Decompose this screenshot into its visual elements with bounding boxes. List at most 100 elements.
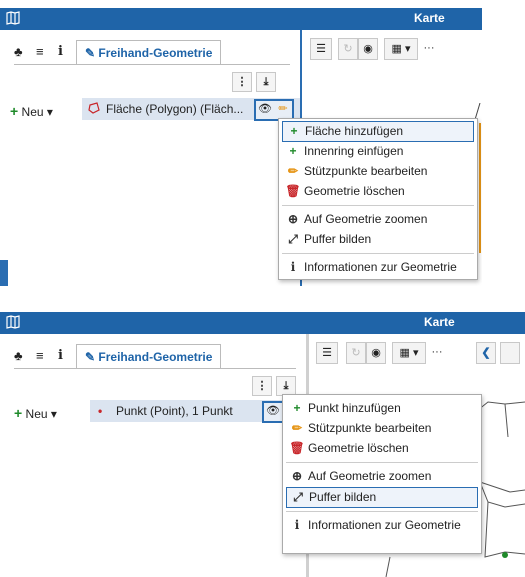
title-bar: Karte <box>0 312 525 334</box>
menu-item-label: Auf Geometrie zoomen <box>304 212 428 226</box>
more-button[interactable]: ··· <box>422 38 436 58</box>
window-title: Karte <box>424 315 455 329</box>
table-dropdown-button[interactable]: ▦ ▾ <box>392 342 426 364</box>
plus-icon: + <box>289 144 297 158</box>
tab-freihand-geometrie[interactable]: ✎ Freihand-Geometrie <box>76 344 222 369</box>
plus-icon: + <box>14 405 23 421</box>
pencil-icon[interactable]: ✏ <box>274 101 292 117</box>
tree-icon[interactable]: ♣ <box>14 44 23 59</box>
tab-freihand-geometrie[interactable]: ✎ Freihand-Geometrie <box>76 40 222 65</box>
menu-item-buffer[interactable]: ⤢ Puffer bilden <box>286 487 478 508</box>
menu-item-delete-geometry[interactable]: 🗑 Geometrie löschen <box>286 439 478 458</box>
globe-button[interactable]: ◉ <box>358 38 378 60</box>
tab-label: Freihand-Geometrie <box>98 46 213 60</box>
map-point-marker <box>502 552 508 558</box>
menu-item-zoom-to-geometry[interactable]: ⊕ Auf Geometrie zoomen <box>282 210 474 229</box>
new-button-label: Neu <box>25 407 48 421</box>
menu-item-edit-vertices[interactable]: ✏ Stützpunkte bearbeiten <box>282 162 474 181</box>
download-button[interactable]: ⤓ <box>276 376 296 396</box>
layers-button[interactable]: ☰ <box>316 342 338 364</box>
screenshot-panel-2: Karte ♣ ≡ i ✎ Freihand-Geometrie ⋮ ⤓ + N… <box>0 312 525 577</box>
pencil-icon: ✏ <box>291 421 303 435</box>
caret-down-icon: ▾ <box>50 407 57 421</box>
tab-underline <box>14 64 290 65</box>
menu-item-label: Informationen zur Geometrie <box>308 518 461 532</box>
plus-icon: + <box>293 401 301 415</box>
tree-icon[interactable]: ♣ <box>14 348 23 363</box>
tab-label: Freihand-Geometrie <box>98 350 213 364</box>
chevron-left-icon[interactable]: ❮ <box>476 342 496 364</box>
menu-item-label: Stützpunkte bearbeiten <box>308 421 432 435</box>
menu-separator <box>282 205 474 206</box>
menu-item-label: Punkt hinzufügen <box>308 401 401 415</box>
geometry-item-row[interactable]: • Punkt (Point), 1 Punkt 👁✏ <box>90 400 306 423</box>
zoom-icon: ⊕ <box>291 469 303 483</box>
refresh-button[interactable]: ↻ <box>338 38 358 60</box>
left-panel: ♣ ≡ i ✎ Freihand-Geometrie ⋮ ⤓ + Neu ▾ •… <box>0 334 306 577</box>
layers-button[interactable]: ☰ <box>310 38 332 60</box>
refresh-button[interactable]: ↻ <box>346 342 366 364</box>
book-icon[interactable] <box>6 315 20 329</box>
more-options-button[interactable]: ⋮ <box>232 72 252 92</box>
new-dropdown-button[interactable]: + Neu ▾ <box>14 405 57 421</box>
next-button[interactable] <box>500 342 520 364</box>
info-icon[interactable]: i <box>58 44 63 59</box>
menu-item-label: Puffer bilden <box>309 490 377 504</box>
menu-item-buffer[interactable]: ⤢ Puffer bilden <box>282 230 474 249</box>
new-button-label: Neu <box>21 105 44 119</box>
menu-item-label: Fläche hinzufügen <box>305 124 404 138</box>
eye-icon[interactable]: 👁 <box>264 403 282 419</box>
menu-separator <box>282 253 474 254</box>
menu-item-add-point[interactable]: + Punkt hinzufügen <box>286 399 478 418</box>
tab-underline <box>14 368 296 369</box>
menu-item-edit-vertices[interactable]: ✏ Stützpunkte bearbeiten <box>286 419 478 438</box>
geometry-item-label: Fläche (Polygon) (Fläch... <box>106 102 244 116</box>
trash-icon: 🗑 <box>285 184 301 198</box>
book-icon[interactable] <box>6 11 20 25</box>
menu-item-zoom-to-geometry[interactable]: ⊕ Auf Geometrie zoomen <box>286 467 478 486</box>
geometry-item-label: Punkt (Point), 1 Punkt <box>116 404 233 418</box>
geometry-item-row[interactable]: Fläche (Polygon) (Fläch... 👁 ✏ <box>82 98 300 121</box>
info-icon: i <box>294 518 300 532</box>
brush-icon: ✎ <box>85 350 96 364</box>
table-dropdown-button[interactable]: ▦ ▾ <box>384 38 418 60</box>
left-panel: ♣ ≡ i ✎ Freihand-Geometrie ⋮ ⤓ + Neu ▾ F… <box>0 30 300 286</box>
list-icon[interactable]: ≡ <box>36 44 44 59</box>
more-button[interactable]: ··· <box>430 342 444 362</box>
pencil-icon: ✏ <box>287 164 299 178</box>
polygon-icon <box>88 102 100 117</box>
brush-icon: ✎ <box>85 46 96 60</box>
plus-icon: + <box>290 124 298 138</box>
eye-icon[interactable]: 👁 <box>256 101 274 117</box>
plus-icon: + <box>10 103 19 119</box>
menu-separator <box>286 511 478 512</box>
download-button[interactable]: ⤓ <box>256 72 276 92</box>
menu-item-delete-geometry[interactable]: 🗑 Geometrie löschen <box>282 182 474 201</box>
menu-item-insert-inner-ring[interactable]: + Innenring einfügen <box>282 142 474 161</box>
menu-item-add-area[interactable]: + Fläche hinzufügen <box>282 121 474 142</box>
point-icon: • <box>98 404 103 418</box>
trash-icon: 🗑 <box>289 441 305 455</box>
expand-icon: ⤢ <box>288 232 298 246</box>
info-icon[interactable]: i <box>58 348 63 363</box>
panel-left-border <box>0 260 8 286</box>
menu-item-label: Geometrie löschen <box>304 184 405 198</box>
list-icon[interactable]: ≡ <box>36 348 44 363</box>
more-options-button[interactable]: ⋮ <box>252 376 272 396</box>
menu-item-label: Auf Geometrie zoomen <box>308 469 432 483</box>
globe-button[interactable]: ◉ <box>366 342 386 364</box>
caret-down-icon: ▾ <box>46 105 53 119</box>
menu-item-label: Informationen zur Geometrie <box>304 260 457 274</box>
screenshot-panel-1: Karte ♣ ≡ i ✎ Freihand-Geometrie ⋮ ⤓ + N… <box>0 8 482 286</box>
menu-item-label: Puffer bilden <box>304 232 372 246</box>
zoom-icon: ⊕ <box>287 212 299 226</box>
menu-item-geometry-info[interactable]: i Informationen zur Geometrie <box>286 516 478 535</box>
menu-item-label: Geometrie löschen <box>308 441 409 455</box>
expand-icon: ⤢ <box>293 490 303 504</box>
context-menu: + Punkt hinzufügen ✏ Stützpunkte bearbeite… <box>282 394 482 554</box>
menu-item-geometry-info[interactable]: i Informationen zur Geometrie <box>282 258 474 277</box>
new-dropdown-button[interactable]: + Neu ▾ <box>10 103 53 119</box>
context-menu: + Fläche hinzufügen + Innenring einfügen ✏… <box>278 118 478 280</box>
menu-item-label: Innenring einfügen <box>304 144 404 158</box>
info-icon: i <box>290 260 296 274</box>
